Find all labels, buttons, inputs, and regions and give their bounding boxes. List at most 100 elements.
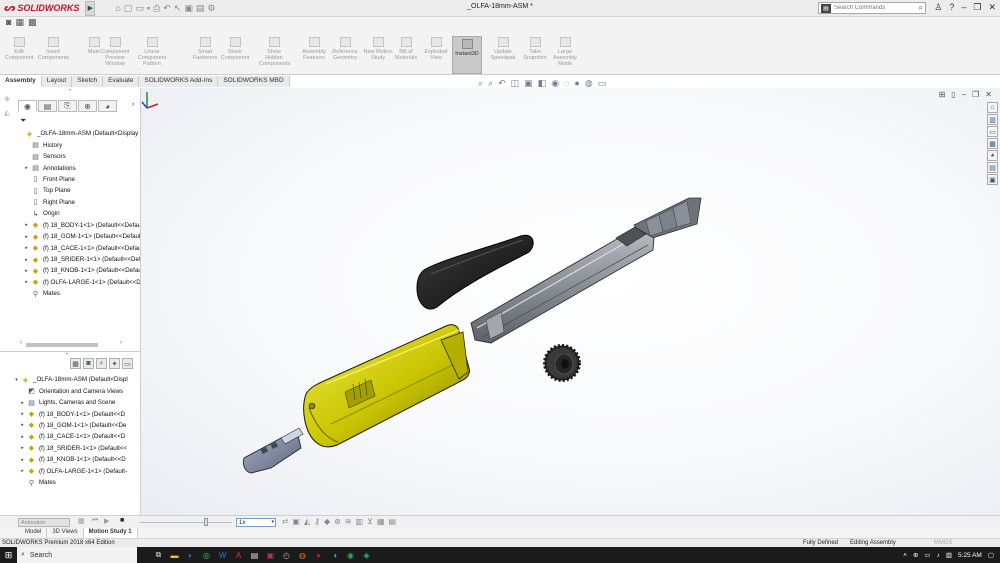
expand-arrow-icon[interactable]: ▸: [18, 400, 27, 406]
bill-of-materials-button[interactable]: Bill of Materials: [391, 37, 421, 61]
tree-item[interactable]: ▸ ◆ (f) 18_SRIDER-1<1> (Default<<: [18, 443, 140, 454]
gravity-icon[interactable]: ⊻: [367, 517, 373, 527]
dimxpert-tab-icon[interactable]: ⊕: [78, 100, 97, 112]
results-icon[interactable]: ▦: [377, 517, 385, 527]
camera-icon[interactable]: ◙: [6, 17, 11, 28]
featuremanager-tab-icon[interactable]: ◉: [18, 100, 37, 112]
tree-item[interactable]: ◩ Orientation and Camera Views: [18, 385, 140, 396]
update-speedpak-button[interactable]: Update Speedpak: [488, 37, 518, 61]
taskbar-search[interactable]: ⌕ Search: [17, 547, 137, 563]
expand-arrow-icon[interactable]: ▸: [22, 257, 31, 263]
tab-model[interactable]: Model: [20, 528, 48, 538]
clock-time[interactable]: 5:25 AM: [958, 552, 982, 559]
expand-arrow-icon[interactable]: ▾: [12, 377, 21, 383]
splitter-grip-icon[interactable]: •: [66, 352, 68, 358]
viewport-close-icon[interactable]: ✕: [985, 90, 992, 99]
windows-start-icon[interactable]: ⊞: [0, 547, 17, 563]
calculator-app-icon[interactable]: ◴: [281, 550, 292, 561]
expand-arrow-icon[interactable]: ▸: [18, 434, 27, 440]
study-properties-icon[interactable]: ▤: [389, 517, 397, 527]
expand-arrow-icon[interactable]: ▸: [18, 457, 27, 463]
expand-arrow-icon[interactable]: ▸: [22, 245, 31, 251]
graphics-area[interactable]: ⊞ ▯ – ❐ ✕ ⌂ ▥ ▭ ▦ ◕ ▤ ▣: [141, 88, 1000, 515]
reference-geometry-button[interactable]: Reference Geometry: [330, 37, 360, 61]
playback-speed-select[interactable]: 1x ▾: [236, 518, 276, 527]
restore-icon[interactable]: ❐: [973, 2, 981, 13]
tree-item[interactable]: ▸ ◆ (f) 18_CACE-1<1> (Default<<Defau: [22, 242, 140, 253]
home-icon[interactable]: ⌂: [115, 3, 120, 13]
knob-gear-part[interactable]: [543, 344, 581, 382]
tree-item[interactable]: ▸ ◆ (f) 18_KNOB-1<1> (Default<<Defau: [22, 265, 140, 276]
study-type-select[interactable]: Animation: [18, 518, 70, 527]
units-select[interactable]: MMGS: [934, 540, 953, 546]
chrome-app-icon[interactable]: ◉: [345, 550, 356, 561]
expand-arrow-icon[interactable]: ▸: [22, 268, 31, 274]
solidworks-forum-icon[interactable]: ▣: [987, 174, 998, 185]
acrobat-app-icon[interactable]: A: [233, 550, 244, 561]
tree-item[interactable]: ▸ ◆ (f) 18_SRIDER-1<1> (Default<<Defa: [22, 254, 140, 265]
play-from-start-icon[interactable]: ⏮: [92, 517, 98, 525]
custom-properties-icon[interactable]: ▤: [987, 162, 998, 173]
edge-app-icon[interactable]: ◑: [329, 550, 340, 561]
view-palette-icon[interactable]: ▦: [987, 138, 998, 149]
play-icon[interactable]: ▶: [104, 517, 109, 525]
tree-item[interactable]: ▸ ▤ Annotations: [22, 162, 140, 173]
playback-slider-track[interactable]: [140, 522, 232, 523]
network-icon[interactable]: ⊕: [913, 551, 918, 559]
display-more-icon[interactable]: ▭: [122, 358, 133, 369]
collapse-icon[interactable]: ◭: [4, 108, 10, 117]
tree-item[interactable]: ↳ Origin: [22, 208, 140, 219]
stop-icon[interactable]: ■: [120, 517, 124, 524]
playback-slider-knob[interactable]: [204, 518, 208, 526]
settings-small-icon[interactable]: ▩: [28, 17, 37, 28]
expand-arrow-icon[interactable]: ▸: [18, 445, 27, 451]
whatsapp-app-icon[interactable]: ◎: [201, 550, 212, 561]
tab-scroll-right-icon[interactable]: ›: [132, 101, 134, 108]
configurationmanager-tab-icon[interactable]: ⎘: [58, 100, 77, 112]
viewport-restore-icon[interactable]: ❐: [972, 90, 979, 99]
select-icon[interactable]: ↖: [174, 3, 182, 14]
rebuild-icon[interactable]: ▣: [184, 3, 193, 14]
expand-arrow-icon[interactable]: ▸: [22, 279, 31, 285]
animation-wizard-icon[interactable]: ◭: [304, 517, 310, 527]
media-app-icon[interactable]: ▣: [265, 550, 276, 561]
tree-item[interactable]: ⚲ Mates: [22, 288, 140, 299]
tree-item[interactable]: ▸ ◆ (f) 18_CACE-1<1> (Default<<D: [18, 431, 140, 442]
print-icon[interactable]: ⎙: [153, 3, 160, 14]
pin-icon[interactable]: ◈: [4, 94, 10, 103]
calculate-icon[interactable]: ▦: [78, 517, 85, 525]
save-animation-icon[interactable]: ▣: [292, 517, 300, 527]
viewport-tile-icon[interactable]: ⊞: [939, 90, 946, 99]
open-icon[interactable]: ▭: [135, 3, 144, 14]
appearances-icon[interactable]: ◕: [987, 150, 998, 161]
contact-icon[interactable]: ▥: [356, 517, 364, 527]
display-search-icon[interactable]: ⌕: [96, 358, 107, 369]
expand-arrow-icon[interactable]: ▸: [18, 468, 27, 474]
language-icon[interactable]: ▥: [946, 551, 952, 559]
tree-item[interactable]: ▸ ◆ (f) 18_KNOB-1<1> (Default<<D: [18, 454, 140, 465]
viewport-pin-icon[interactable]: ▯: [951, 90, 955, 99]
exploded-view-button[interactable]: Exploded View: [421, 37, 451, 61]
scroll-right-icon[interactable]: ›: [120, 340, 122, 346]
tree-item[interactable]: ▤ Sensors: [22, 151, 140, 162]
word-app-icon[interactable]: W: [217, 550, 228, 561]
browser-app-icon[interactable]: ◐: [185, 550, 196, 561]
notepad-app-icon[interactable]: ▤: [249, 550, 260, 561]
expand-arrow-icon[interactable]: ▸: [22, 165, 31, 171]
tree-item[interactable]: ▾ ◈ _OLFA-18mm-ASM (Default<Displ: [12, 374, 140, 385]
linear-component-pattern-button[interactable]: Linear Component Pattern: [137, 37, 167, 67]
tree-item[interactable]: ▸ ◆ (f) 18_GOM-1<1> (Default<<De: [18, 420, 140, 431]
design-library-icon[interactable]: ▥: [987, 114, 998, 125]
tree-horizontal-scrollbar[interactable]: ‹ ›: [20, 340, 122, 348]
file-explorer-app-icon[interactable]: ▬: [169, 550, 180, 561]
edit-component-button[interactable]: Edit Component: [4, 37, 34, 61]
tree-item[interactable]: ▸ ◆ (f) OLFA-LARGE-1<1> (Default<<D: [22, 277, 140, 288]
save-icon[interactable]: ▪: [147, 3, 150, 13]
motor-icon[interactable]: ⊛: [334, 517, 341, 527]
propertymanager-tab-icon[interactable]: ▤: [38, 100, 57, 112]
autokey-icon[interactable]: ⚷: [314, 517, 320, 527]
tab-3d-views[interactable]: 3D Views: [47, 528, 84, 538]
tree-item[interactable]: ⚲ Mates: [18, 477, 140, 488]
new-motion-study-button[interactable]: New Motion Study: [363, 37, 393, 61]
tree-item[interactable]: ▸ ◆ (f) 18_GOM-1<1> (Default<<Default: [22, 231, 140, 242]
